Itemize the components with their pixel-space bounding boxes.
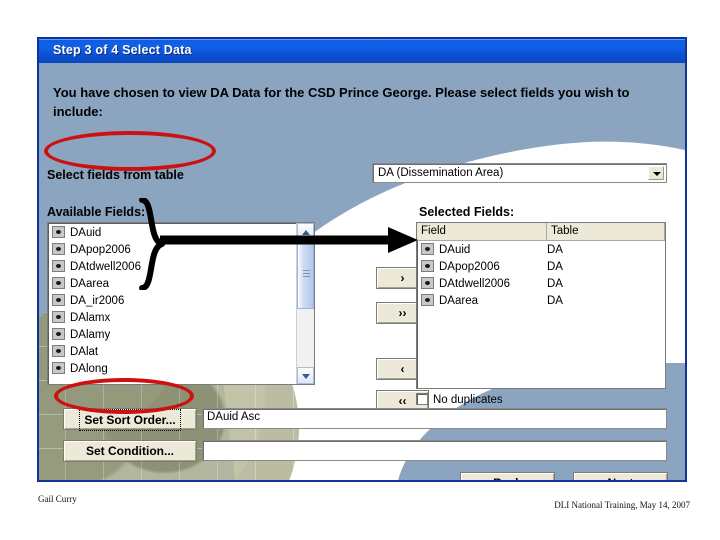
table-select-dropdown[interactable]: DA (Dissemination Area) — [372, 163, 667, 183]
selected-fields-label: Selected Fields: — [419, 205, 515, 219]
select-data-dialog: Step 3 of 4 Select Data You have chosen … — [37, 37, 687, 482]
list-item-label: DAlamy — [70, 329, 111, 341]
list-item[interactable]: DAlamy — [48, 327, 314, 344]
field-icon — [421, 294, 434, 306]
dialog-body: You have chosen to view DA Data for the … — [39, 63, 685, 480]
cell-field: DAarea — [421, 293, 547, 310]
table-row[interactable]: DApop2006 DA — [417, 259, 665, 276]
next-button[interactable]: Next — [573, 472, 668, 480]
selected-fields-header-row: Field Table — [417, 223, 665, 241]
checkbox-box[interactable] — [416, 393, 428, 405]
cell-table: DA — [547, 261, 563, 273]
table-row[interactable]: DAarea DA — [417, 293, 665, 310]
column-header-field[interactable]: Field — [417, 223, 547, 240]
scroll-down-icon[interactable] — [297, 367, 314, 384]
set-condition-button[interactable]: Set Condition... — [63, 440, 197, 462]
field-icon — [52, 328, 65, 340]
scroll-grip-icon — [303, 270, 310, 279]
slide-canvas: Step 3 of 4 Select Data You have chosen … — [0, 0, 720, 540]
chevron-down-icon[interactable] — [648, 166, 664, 180]
list-item[interactable]: DA_ir2006 — [48, 293, 314, 310]
cell-field: DAuid — [421, 242, 547, 259]
cell-field-label: DAuid — [439, 244, 471, 256]
list-item-label: DA_ir2006 — [70, 295, 125, 307]
field-icon — [52, 294, 65, 306]
list-item-label: DAlong — [70, 363, 108, 375]
condition-field[interactable] — [202, 440, 667, 461]
dialog-title-bar: Step 3 of 4 Select Data — [39, 39, 685, 63]
field-icon — [52, 277, 65, 289]
column-header-table[interactable]: Table — [547, 223, 665, 240]
field-icon — [52, 260, 65, 272]
selected-fields-table[interactable]: Field Table DAuid DA DApop2006 DA DAtdwell20… — [416, 222, 666, 389]
field-icon — [421, 243, 434, 255]
table-select-value: DA (Dissemination Area) — [378, 167, 504, 179]
cell-field-label: DAarea — [439, 295, 478, 307]
set-sort-order-button[interactable]: Set Sort Order... — [63, 408, 197, 431]
list-item-label: DAlamx — [70, 312, 111, 324]
cell-table: DA — [547, 244, 563, 256]
arrow-available-to-selected — [160, 227, 418, 253]
selected-fields-rows[interactable]: DAuid DA DApop2006 DA DAtdwell2006 DA DAarea DA — [417, 241, 665, 310]
list-item[interactable]: DAtdwell2006 — [48, 259, 314, 276]
list-item-label: DAarea — [70, 278, 109, 290]
field-icon — [52, 226, 65, 238]
list-item-label: DAuid — [70, 227, 102, 239]
list-item[interactable]: DAlat — [48, 344, 314, 361]
table-row[interactable]: DAtdwell2006 DA — [417, 276, 665, 293]
dialog-content-layer: You have chosen to view DA Data for the … — [39, 63, 685, 480]
set-condition-label: Set Condition... — [86, 444, 174, 458]
list-item[interactable]: DAlong — [48, 361, 314, 378]
cell-table: DA — [547, 295, 563, 307]
dialog-title: Step 3 of 4 Select Data — [53, 43, 192, 57]
no-duplicates-label: No duplicates — [433, 394, 503, 406]
list-item-label: DAlat — [70, 346, 99, 358]
footer-event: DLI National Training, May 14, 2007 — [554, 500, 690, 510]
cell-field-label: DAtdwell2006 — [439, 278, 510, 290]
sort-order-field[interactable]: DAuid Asc — [202, 408, 667, 429]
cell-field: DAtdwell2006 — [421, 276, 547, 293]
field-icon — [52, 362, 65, 374]
list-item-label: DAtdwell2006 — [70, 261, 141, 273]
back-button[interactable]: Back — [460, 472, 555, 480]
select-fields-from-table-label: Select fields from table — [47, 168, 184, 182]
footer-author: Gail Curry — [38, 494, 77, 504]
available-fields-label: Available Fields: — [47, 205, 146, 219]
list-item[interactable]: DAarea — [48, 276, 314, 293]
no-duplicates-checkbox[interactable]: No duplicates — [416, 393, 503, 406]
field-icon — [52, 311, 65, 323]
list-item[interactable]: DAlamx — [48, 310, 314, 327]
cell-table: DA — [547, 278, 563, 290]
field-icon — [52, 345, 65, 357]
field-icon — [52, 243, 65, 255]
set-sort-order-label: Set Sort Order... — [79, 409, 181, 431]
instruction-text: You have chosen to view DA Data for the … — [53, 85, 630, 119]
cell-field: DApop2006 — [421, 259, 547, 276]
list-item-label: DApop2006 — [70, 244, 131, 256]
table-row[interactable]: DAuid DA — [417, 242, 665, 259]
field-icon — [421, 260, 434, 272]
cell-field-label: DApop2006 — [439, 261, 500, 273]
field-icon — [421, 277, 434, 289]
